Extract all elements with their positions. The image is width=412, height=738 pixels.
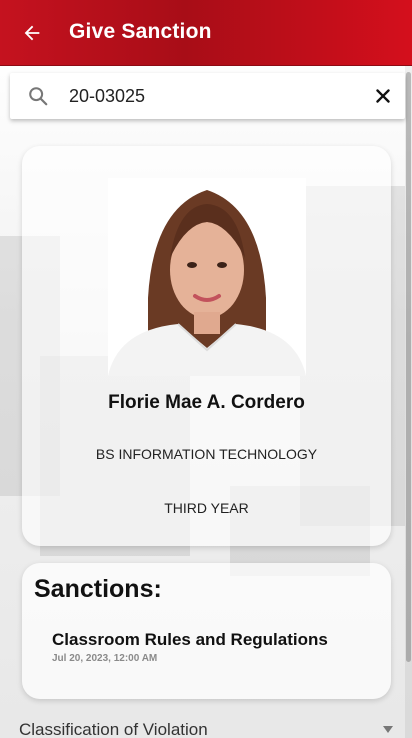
student-year: THIRD YEAR [164, 500, 249, 516]
student-name: Florie Mae A. Cordero [108, 392, 305, 413]
sanctions-card: Sanctions: Classroom Rules and Regulatio… [22, 563, 391, 699]
search-bar [10, 73, 405, 119]
scrollbar[interactable] [405, 66, 412, 738]
app-bar: Give Sanction [0, 0, 412, 66]
violation-select-label: Classification of Violation [19, 720, 208, 738]
sanction-list-item[interactable]: Classroom Rules and Regulations Jul 20, … [52, 630, 382, 664]
chevron-down-icon [383, 726, 393, 733]
student-photo [108, 178, 306, 376]
sanction-date: Jul 20, 2023, 12:00 AM [52, 653, 158, 664]
student-profile-card: Florie Mae A. Cordero BS INFORMATION TEC… [22, 146, 391, 546]
search-icon [29, 87, 48, 106]
close-icon[interactable] [372, 85, 394, 107]
sanction-title: Classroom Rules and Regulations [52, 630, 328, 649]
back-button[interactable] [20, 21, 44, 45]
scrollbar-thumb[interactable] [406, 72, 411, 662]
sanctions-heading: Sanctions: [34, 575, 162, 603]
violation-classification-select[interactable]: Classification of Violation [19, 720, 395, 738]
arrow-left-icon [24, 25, 40, 41]
page-title: Give Sanction [69, 20, 212, 43]
student-course: BS INFORMATION TECHNOLOGY [95, 446, 318, 462]
search-input[interactable] [69, 82, 359, 110]
